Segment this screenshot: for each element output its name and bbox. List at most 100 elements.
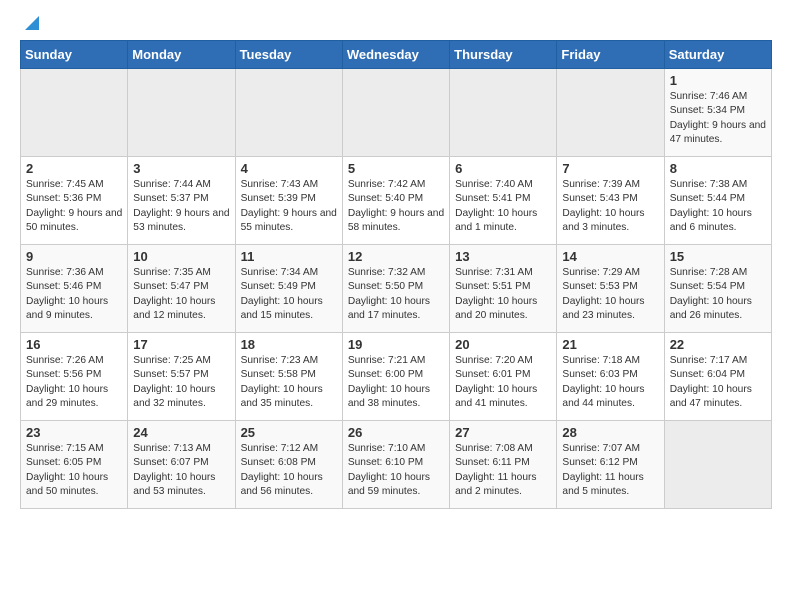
calendar-cell: 28 Sunrise: 7:07 AM Sunset: 6:12 PM Dayli… — [557, 421, 664, 509]
day-number: 18 — [241, 337, 337, 352]
day-info: Sunrise: 7:32 AM Sunset: 5:50 PM Dayligh… — [348, 266, 444, 323]
day-info: Sunrise: 7:13 AM Sunset: 6:07 PM Dayligh… — [133, 442, 229, 499]
day-info: Sunrise: 7:43 AM Sunset: 5:39 PM Dayligh… — [241, 178, 337, 235]
day-number: 28 — [562, 425, 658, 440]
day-info: Sunrise: 7:36 AM Sunset: 5:46 PM Dayligh… — [26, 266, 122, 323]
day-number: 21 — [562, 337, 658, 352]
calendar-cell: 22 Sunrise: 7:17 AM Sunset: 6:04 PM Dayli… — [664, 333, 771, 421]
calendar-week-row: 23 Sunrise: 7:15 AM Sunset: 6:05 PM Dayli… — [21, 421, 772, 509]
calendar-cell: 21 Sunrise: 7:18 AM Sunset: 6:03 PM Dayli… — [557, 333, 664, 421]
day-info: Sunrise: 7:26 AM Sunset: 5:56 PM Dayligh… — [26, 354, 122, 411]
weekday-header-row: SundayMondayTuesdayWednesdayThursdayFrid… — [21, 41, 772, 69]
calendar-cell: 23 Sunrise: 7:15 AM Sunset: 6:05 PM Dayli… — [21, 421, 128, 509]
calendar-cell: 14 Sunrise: 7:29 AM Sunset: 5:53 PM Dayli… — [557, 245, 664, 333]
calendar-table: SundayMondayTuesdayWednesdayThursdayFrid… — [20, 40, 772, 509]
day-number: 9 — [26, 249, 122, 264]
calendar-cell — [21, 69, 128, 157]
calendar-cell: 5 Sunrise: 7:42 AM Sunset: 5:40 PM Daylig… — [342, 157, 449, 245]
calendar-cell: 8Sunrise: 7:38 AM Sunset: 5:44 PM Daylig… — [664, 157, 771, 245]
day-info: Sunrise: 7:23 AM Sunset: 5:58 PM Dayligh… — [241, 354, 337, 411]
calendar-cell — [557, 69, 664, 157]
logo-triangle-icon — [21, 14, 39, 32]
calendar-week-row: 1 Sunrise: 7:46 AM Sunset: 5:34 PM Daylig… — [21, 69, 772, 157]
calendar-cell: 9 Sunrise: 7:36 AM Sunset: 5:46 PM Daylig… — [21, 245, 128, 333]
day-number: 25 — [241, 425, 337, 440]
calendar-cell: 17 Sunrise: 7:25 AM Sunset: 5:57 PM Dayli… — [128, 333, 235, 421]
calendar-cell: 2 Sunrise: 7:45 AM Sunset: 5:36 PM Daylig… — [21, 157, 128, 245]
day-info: Sunrise: 7:20 AM Sunset: 6:01 PM Dayligh… — [455, 354, 551, 411]
calendar-cell: 6 Sunrise: 7:40 AM Sunset: 5:41 PM Daylig… — [450, 157, 557, 245]
day-number: 3 — [133, 161, 229, 176]
calendar-cell — [128, 69, 235, 157]
day-info: Sunrise: 7:46 AM Sunset: 5:34 PM Dayligh… — [670, 90, 766, 147]
day-number: 4 — [241, 161, 337, 176]
day-number: 17 — [133, 337, 229, 352]
calendar-cell: 3Sunrise: 7:44 AM Sunset: 5:37 PM Daylig… — [128, 157, 235, 245]
calendar-cell: 13 Sunrise: 7:31 AM Sunset: 5:51 PM Dayli… — [450, 245, 557, 333]
day-info: Sunrise: 7:40 AM Sunset: 5:41 PM Dayligh… — [455, 178, 551, 235]
day-info: Sunrise: 7:45 AM Sunset: 5:36 PM Dayligh… — [26, 178, 122, 235]
calendar-week-row: 16 Sunrise: 7:26 AM Sunset: 5:56 PM Dayli… — [21, 333, 772, 421]
day-info: Sunrise: 7:15 AM Sunset: 6:05 PM Dayligh… — [26, 442, 122, 499]
day-number: 26 — [348, 425, 444, 440]
day-number: 16 — [26, 337, 122, 352]
day-number: 7 — [562, 161, 658, 176]
calendar-cell: 20 Sunrise: 7:20 AM Sunset: 6:01 PM Dayli… — [450, 333, 557, 421]
day-number: 11 — [241, 249, 337, 264]
calendar-cell: 27Sunrise: 7:08 AM Sunset: 6:11 PM Dayli… — [450, 421, 557, 509]
day-number: 20 — [455, 337, 551, 352]
day-info: Sunrise: 7:42 AM Sunset: 5:40 PM Dayligh… — [348, 178, 444, 235]
calendar-cell: 7 Sunrise: 7:39 AM Sunset: 5:43 PM Daylig… — [557, 157, 664, 245]
calendar-cell: 26 Sunrise: 7:10 AM Sunset: 6:10 PM Dayli… — [342, 421, 449, 509]
weekday-header-tuesday: Tuesday — [235, 41, 342, 69]
day-info: Sunrise: 7:10 AM Sunset: 6:10 PM Dayligh… — [348, 442, 444, 499]
day-number: 22 — [670, 337, 766, 352]
header — [20, 16, 772, 32]
day-info: Sunrise: 7:29 AM Sunset: 5:53 PM Dayligh… — [562, 266, 658, 323]
weekday-header-saturday: Saturday — [664, 41, 771, 69]
calendar-week-row: 2 Sunrise: 7:45 AM Sunset: 5:36 PM Daylig… — [21, 157, 772, 245]
calendar-page: SundayMondayTuesdayWednesdayThursdayFrid… — [0, 0, 792, 525]
day-number: 15 — [670, 249, 766, 264]
calendar-cell — [664, 421, 771, 509]
calendar-cell: 11Sunrise: 7:34 AM Sunset: 5:49 PM Dayli… — [235, 245, 342, 333]
day-info: Sunrise: 7:07 AM Sunset: 6:12 PM Dayligh… — [562, 442, 658, 499]
calendar-cell — [235, 69, 342, 157]
day-number: 23 — [26, 425, 122, 440]
weekday-header-wednesday: Wednesday — [342, 41, 449, 69]
calendar-cell — [450, 69, 557, 157]
day-number: 14 — [562, 249, 658, 264]
day-number: 6 — [455, 161, 551, 176]
day-info: Sunrise: 7:35 AM Sunset: 5:47 PM Dayligh… — [133, 266, 229, 323]
calendar-cell: 24 Sunrise: 7:13 AM Sunset: 6:07 PM Dayli… — [128, 421, 235, 509]
day-info: Sunrise: 7:18 AM Sunset: 6:03 PM Dayligh… — [562, 354, 658, 411]
day-number: 12 — [348, 249, 444, 264]
day-info: Sunrise: 7:25 AM Sunset: 5:57 PM Dayligh… — [133, 354, 229, 411]
day-number: 1 — [670, 73, 766, 88]
calendar-header: SundayMondayTuesdayWednesdayThursdayFrid… — [21, 41, 772, 69]
calendar-cell: 10 Sunrise: 7:35 AM Sunset: 5:47 PM Dayli… — [128, 245, 235, 333]
calendar-cell: 25 Sunrise: 7:12 AM Sunset: 6:08 PM Dayli… — [235, 421, 342, 509]
day-info: Sunrise: 7:12 AM Sunset: 6:08 PM Dayligh… — [241, 442, 337, 499]
calendar-cell: 19Sunrise: 7:21 AM Sunset: 6:00 PM Dayli… — [342, 333, 449, 421]
weekday-header-monday: Monday — [128, 41, 235, 69]
day-info: Sunrise: 7:38 AM Sunset: 5:44 PM Dayligh… — [670, 178, 766, 235]
weekday-header-thursday: Thursday — [450, 41, 557, 69]
logo — [20, 16, 39, 32]
weekday-header-sunday: Sunday — [21, 41, 128, 69]
day-info: Sunrise: 7:17 AM Sunset: 6:04 PM Dayligh… — [670, 354, 766, 411]
day-number: 10 — [133, 249, 229, 264]
calendar-cell: 4 Sunrise: 7:43 AM Sunset: 5:39 PM Daylig… — [235, 157, 342, 245]
calendar-cell — [342, 69, 449, 157]
day-info: Sunrise: 7:39 AM Sunset: 5:43 PM Dayligh… — [562, 178, 658, 235]
calendar-cell: 18 Sunrise: 7:23 AM Sunset: 5:58 PM Dayli… — [235, 333, 342, 421]
day-number: 2 — [26, 161, 122, 176]
calendar-body: 1 Sunrise: 7:46 AM Sunset: 5:34 PM Daylig… — [21, 69, 772, 509]
day-number: 13 — [455, 249, 551, 264]
day-number: 5 — [348, 161, 444, 176]
day-info: Sunrise: 7:28 AM Sunset: 5:54 PM Dayligh… — [670, 266, 766, 323]
day-number: 19 — [348, 337, 444, 352]
day-number: 24 — [133, 425, 229, 440]
calendar-cell: 15 Sunrise: 7:28 AM Sunset: 5:54 PM Dayli… — [664, 245, 771, 333]
day-info: Sunrise: 7:31 AM Sunset: 5:51 PM Dayligh… — [455, 266, 551, 323]
